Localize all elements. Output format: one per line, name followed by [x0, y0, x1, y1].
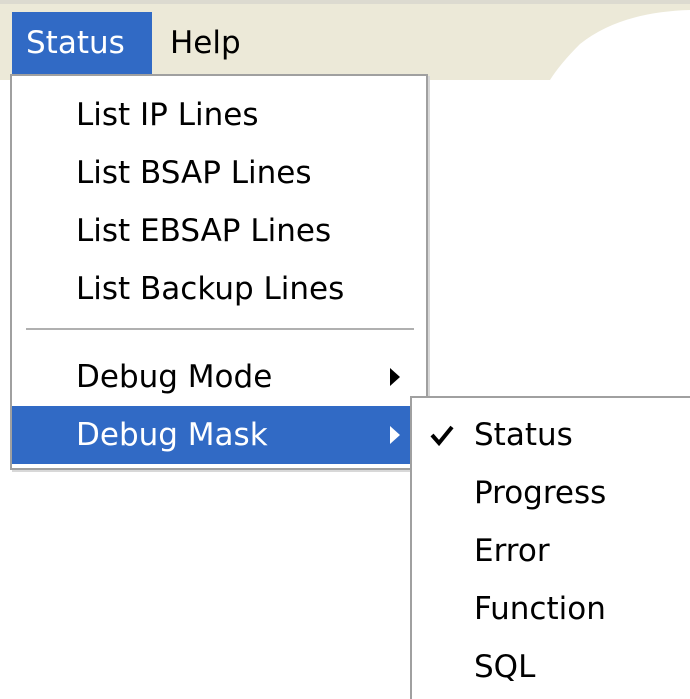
- submenu-item-function[interactable]: Function: [412, 580, 690, 638]
- submenu-item-sql[interactable]: SQL: [412, 638, 690, 696]
- submenu-item-status[interactable]: Status: [412, 406, 690, 464]
- submenu-item-label: Error: [474, 533, 550, 569]
- debug-mask-submenu: Status Progress Error Function SQL: [410, 396, 690, 699]
- menu-item-label: List BSAP Lines: [76, 155, 312, 191]
- menu-item-debug-mode[interactable]: Debug Mode: [12, 348, 426, 406]
- submenu-item-label: Progress: [474, 475, 607, 511]
- submenu-item-label: Function: [474, 591, 606, 627]
- menu-item-label: List IP Lines: [76, 97, 259, 133]
- menu-item-debug-mask[interactable]: Debug Mask: [12, 406, 426, 464]
- menu-help-label: Help: [170, 25, 241, 61]
- menu-item-label: List Backup Lines: [76, 271, 345, 307]
- menu-bar: Status Help: [0, 0, 690, 80]
- status-dropdown-menu: List IP Lines List BSAP Lines List EBSAP…: [10, 74, 428, 470]
- submenu-item-error[interactable]: Error: [412, 522, 690, 580]
- menu-status[interactable]: Status: [12, 12, 152, 74]
- menu-item-label: Debug Mask: [76, 417, 268, 453]
- submenu-arrow-icon: [390, 426, 400, 444]
- menu-item-label: List EBSAP Lines: [76, 213, 332, 249]
- menu-item-list-backup-lines[interactable]: List Backup Lines: [12, 260, 426, 318]
- app-window: Status Help List IP Lines List BSAP Line…: [0, 0, 690, 699]
- submenu-item-progress[interactable]: Progress: [412, 464, 690, 522]
- menu-help[interactable]: Help: [152, 12, 248, 74]
- menu-item-list-ebsap-lines[interactable]: List EBSAP Lines: [12, 202, 426, 260]
- check-mark-icon: [430, 425, 454, 446]
- submenu-arrow-icon: [390, 368, 400, 386]
- menu-separator: [26, 328, 414, 330]
- menu-item-list-ip-lines[interactable]: List IP Lines: [12, 86, 426, 144]
- menu-item-list-bsap-lines[interactable]: List BSAP Lines: [12, 144, 426, 202]
- menu-item-label: Debug Mode: [76, 359, 273, 395]
- submenu-item-label: SQL: [474, 649, 536, 685]
- submenu-item-label: Status: [474, 417, 573, 453]
- menu-status-label: Status: [26, 25, 125, 61]
